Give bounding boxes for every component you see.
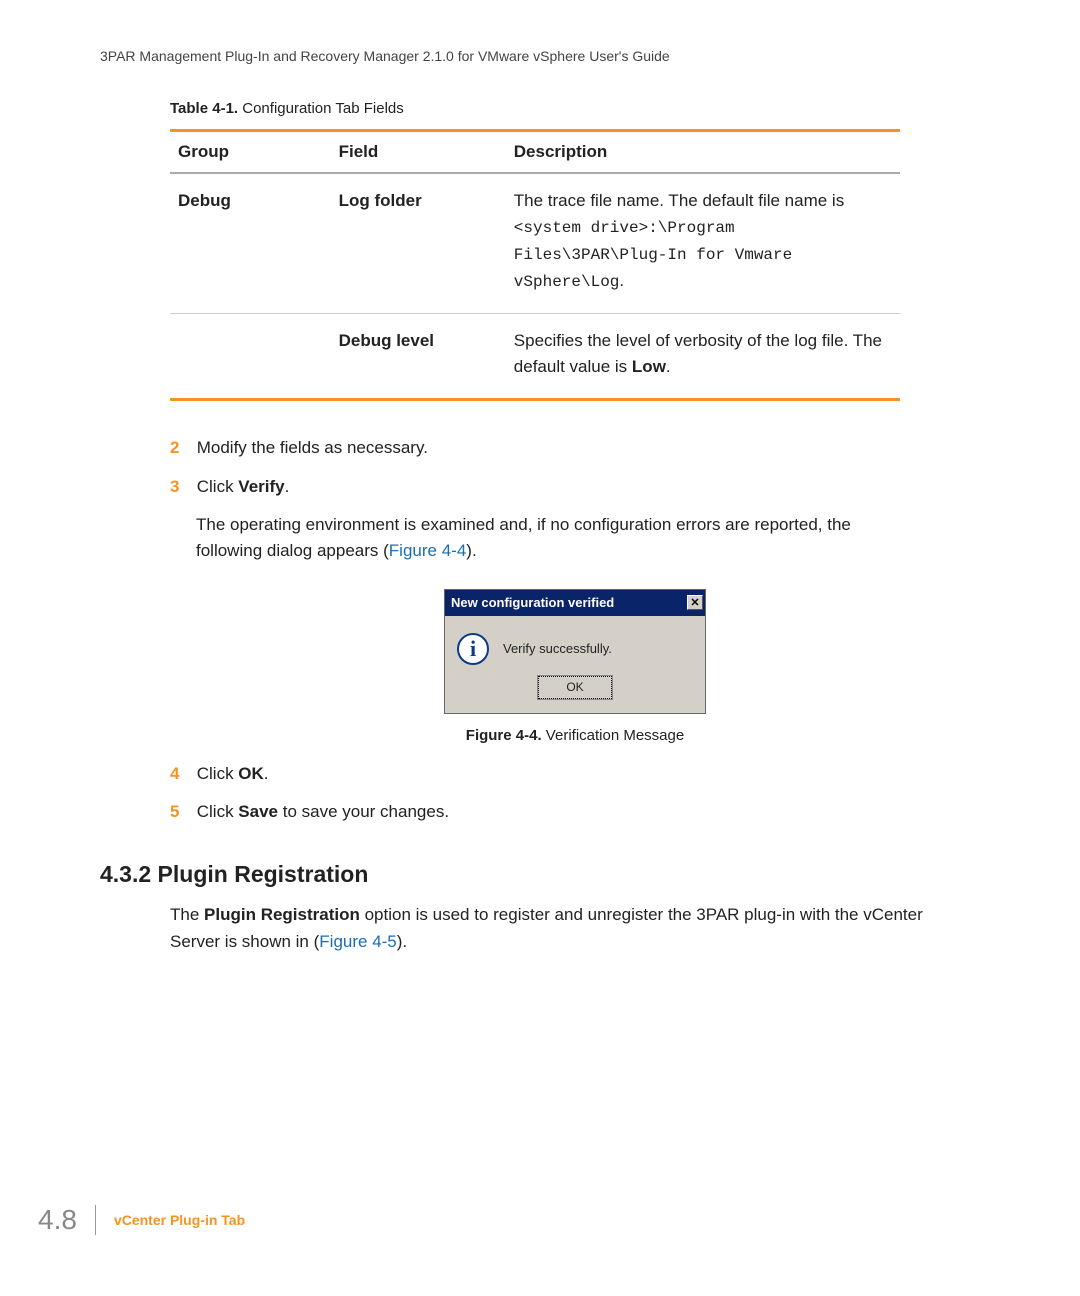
ok-button[interactable]: OK <box>538 676 612 699</box>
table-caption-number: Table 4-1. <box>170 100 238 117</box>
desc-text-end: . <box>666 357 671 376</box>
figure-caption-number: Figure 4-4. <box>466 727 542 744</box>
dialog-title-text: New configuration verified <box>451 593 614 613</box>
cell-group <box>170 313 331 400</box>
figure-link[interactable]: Figure 4-4 <box>389 541 466 560</box>
step-number: 3 <box>170 474 192 500</box>
step-text-post: . <box>285 477 290 496</box>
step-verify-label: Verify <box>238 477 284 496</box>
cell-field: Log folder <box>331 173 506 313</box>
running-header: 3PAR Management Plug-In and Recovery Man… <box>100 48 980 64</box>
step-text-post: . <box>264 764 269 783</box>
step-ok-label: OK <box>238 764 264 783</box>
section-heading: 4.3.2 Plugin Registration <box>100 861 980 888</box>
step-save-label: Save <box>238 802 278 821</box>
step-text-post: to save your changes. <box>278 802 449 821</box>
col-field: Field <box>331 131 506 174</box>
step-text: Modify the fields as necessary. <box>197 438 428 457</box>
step-4: 4 Click OK. <box>170 761 980 787</box>
table-row: Debug level Specifies the level of verbo… <box>170 313 900 400</box>
dialog-message: Verify successfully. <box>503 639 612 659</box>
desc-path: <system drive>:\Program Files\3PAR\Plug-… <box>514 219 792 291</box>
desc-text-end: . <box>619 271 624 290</box>
body-post: ). <box>466 541 476 560</box>
desc-bold: Low <box>632 357 666 376</box>
page-number: 4.8 <box>38 1204 77 1236</box>
figure-link[interactable]: Figure 4-5 <box>319 932 396 951</box>
step-number: 4 <box>170 761 192 787</box>
verification-dialog: New configuration verified ✕ i Verify su… <box>444 589 706 714</box>
desc-text: Specifies the level of verbosity of the … <box>514 331 882 376</box>
step-2: 2 Modify the fields as necessary. <box>170 435 980 461</box>
para-bold: Plugin Registration <box>204 905 360 924</box>
col-description: Description <box>506 131 900 174</box>
para-pre: The <box>170 905 204 924</box>
section-paragraph: The Plugin Registration option is used t… <box>170 902 930 955</box>
step-number: 2 <box>170 435 192 461</box>
figure-caption: Figure 4-4. Verification Message <box>170 724 980 747</box>
step-number: 5 <box>170 799 192 825</box>
info-icon: i <box>457 633 489 665</box>
cell-desc: Specifies the level of verbosity of the … <box>506 313 900 400</box>
close-icon[interactable]: ✕ <box>687 595 703 610</box>
step-5: 5 Click Save to save your changes. <box>170 799 980 825</box>
config-table: Group Field Description Debug Log folder… <box>170 129 900 401</box>
step-3-body: The operating environment is examined an… <box>196 512 916 565</box>
table-caption-text: Configuration Tab Fields <box>238 100 404 117</box>
desc-text: The trace file name. The default file na… <box>514 191 844 210</box>
steps: 2 Modify the fields as necessary. 3 Clic… <box>170 435 980 825</box>
cell-group: Debug <box>170 173 331 313</box>
footer-section-label: vCenter Plug-in Tab <box>114 1212 245 1228</box>
step-text-pre: Click <box>197 477 239 496</box>
para-post: ). <box>397 932 407 951</box>
col-group: Group <box>170 131 331 174</box>
body-pre: The operating environment is examined an… <box>196 515 851 560</box>
footer-divider <box>95 1205 96 1235</box>
table-row: Debug Log folder The trace file name. Th… <box>170 173 900 313</box>
cell-desc: The trace file name. The default file na… <box>506 173 900 313</box>
step-text-pre: Click <box>197 764 239 783</box>
page-footer: 4.8 vCenter Plug-in Tab <box>38 1204 245 1236</box>
dialog-titlebar: New configuration verified ✕ <box>445 590 705 616</box>
table-caption: Table 4-1. Configuration Tab Fields <box>170 100 980 117</box>
figure-caption-text: Verification Message <box>542 727 685 744</box>
step-3: 3 Click Verify. <box>170 474 980 500</box>
step-text-pre: Click <box>197 802 239 821</box>
cell-field: Debug level <box>331 313 506 400</box>
